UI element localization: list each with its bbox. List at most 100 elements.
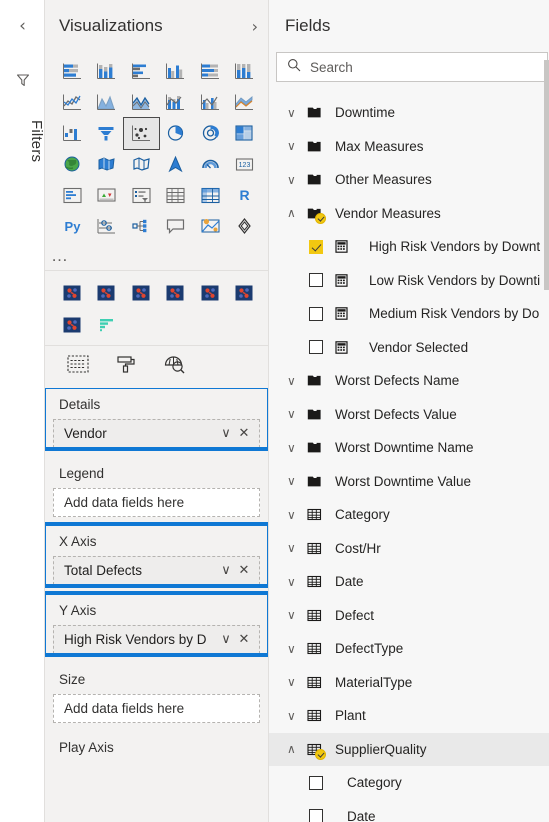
field-row-defecttype[interactable]: ∨ DefectType — [269, 632, 549, 666]
more-visuals-ellipsis-icon[interactable]: … — [45, 244, 268, 268]
field-row-high-risk-vendors-by-downt[interactable]: High Risk Vendors by Downt — [269, 230, 549, 264]
100-stacked-bar-chart-icon[interactable] — [193, 56, 228, 87]
filters-pane-collapsed[interactable]: ‹ Filters — [0, 0, 45, 822]
remove-field-close-icon[interactable]: ✕ — [235, 426, 253, 441]
field-row-category[interactable]: Category — [269, 766, 549, 800]
matrix-icon[interactable] — [193, 180, 228, 211]
field-row-worst-defects-value[interactable]: ∨ Worst Defects Value — [269, 398, 549, 432]
clustered-bar-chart-icon[interactable] — [124, 56, 159, 87]
field-row-date[interactable]: ∨ Date — [269, 565, 549, 599]
area-chart-icon[interactable] — [90, 87, 125, 118]
well-x-axis[interactable]: X Axis Total Defects ∨ ✕ — [45, 522, 268, 588]
well-details[interactable]: Details Vendor ∨ ✕ — [45, 388, 268, 451]
checkbox-unchecked-icon[interactable] — [309, 340, 323, 355]
field-row-worst-defects-name[interactable]: ∨ Worst Defects Name — [269, 364, 549, 398]
chevron-down-icon[interactable]: ∨ — [287, 508, 307, 522]
visual-pane-tabs[interactable] — [45, 345, 268, 388]
chevron-down-icon[interactable]: ∨ — [217, 426, 235, 441]
chevron-down-icon[interactable]: ∨ — [287, 441, 307, 455]
pie-chart-icon[interactable] — [159, 118, 194, 149]
expand-pane-chevron-right-icon[interactable]: › — [252, 17, 258, 36]
treemap-icon[interactable] — [228, 118, 263, 149]
line-and-stacked-column-chart-icon[interactable] — [159, 87, 194, 118]
remove-field-close-icon[interactable]: ✕ — [235, 563, 253, 578]
field-row-low-risk-vendors-by-downti[interactable]: Low Risk Vendors by Downti — [269, 264, 549, 298]
chevron-down-icon[interactable]: ∨ — [287, 575, 307, 589]
custom-visual-icon[interactable] — [228, 277, 263, 309]
chevron-down-icon[interactable]: ∨ — [287, 106, 307, 120]
field-row-max-measures[interactable]: ∨ Max Measures — [269, 130, 549, 164]
100-stacked-column-chart-icon[interactable] — [228, 56, 263, 87]
chevron-down-icon[interactable]: ∨ — [287, 474, 307, 488]
field-row-date[interactable]: Date — [269, 800, 549, 822]
stacked-column-chart-icon[interactable] — [90, 56, 125, 87]
field-row-supplierquality[interactable]: ∧ SupplierQuality — [269, 732, 549, 766]
remove-field-close-icon[interactable]: ✕ — [235, 632, 253, 647]
field-row-materialtype[interactable]: ∨ MaterialType — [269, 666, 549, 700]
fields-tree[interactable]: ∨ Downtime ∨ Max Measures ∨ Other Measures ∧ Ve… — [269, 96, 549, 822]
decomposition-tree-icon[interactable] — [124, 211, 159, 242]
chevron-down-icon[interactable]: ∨ — [287, 374, 307, 388]
gauge-icon[interactable] — [193, 149, 228, 180]
collapse-filters-chevron-left-icon[interactable]: ‹ — [0, 18, 45, 35]
chevron-down-icon[interactable]: ∨ — [217, 632, 235, 647]
checkbox-unchecked-icon[interactable] — [309, 306, 323, 321]
well-legend[interactable]: Legend Add data fields here — [45, 457, 268, 517]
field-row-worst-downtime-name[interactable]: ∨ Worst Downtime Name — [269, 431, 549, 465]
chevron-down-icon[interactable]: ∨ — [287, 608, 307, 622]
shape-map-icon[interactable] — [124, 149, 159, 180]
chevron-up-icon[interactable]: ∧ — [287, 742, 307, 756]
field-wells[interactable]: Details Vendor ∨ ✕ Legend Add data fields her… — [45, 388, 268, 822]
well-field-chip[interactable]: Vendor ∨ ✕ — [53, 419, 260, 448]
analytics-tab[interactable] — [163, 354, 185, 379]
kpi-icon[interactable] — [90, 180, 125, 211]
field-row-other-measures[interactable]: ∨ Other Measures — [269, 163, 549, 197]
chevron-down-icon[interactable]: ∨ — [287, 541, 307, 555]
field-row-category[interactable]: ∨ Category — [269, 498, 549, 532]
field-checkbox[interactable] — [309, 809, 335, 822]
checkbox-unchecked-icon[interactable] — [309, 775, 323, 790]
format-tab[interactable] — [115, 354, 137, 379]
chevron-down-icon[interactable]: ∨ — [287, 407, 307, 421]
line-chart-icon[interactable] — [55, 87, 90, 118]
chevron-down-icon[interactable]: ∨ — [217, 563, 235, 578]
waterfall-chart-icon[interactable] — [55, 118, 90, 149]
field-checkbox[interactable] — [309, 340, 335, 355]
clustered-column-chart-icon[interactable] — [159, 56, 194, 87]
field-checkbox[interactable] — [309, 273, 335, 288]
visual-type-gallery[interactable]: 123 R Py — [45, 52, 268, 244]
scatter-chart-icon[interactable] — [123, 117, 160, 150]
donut-chart-icon[interactable] — [193, 118, 228, 149]
custom-visual-icon[interactable] — [159, 277, 194, 309]
field-row-downtime[interactable]: ∨ Downtime — [269, 96, 549, 130]
checkbox-unchecked-icon[interactable] — [309, 809, 323, 822]
well-drop-placeholder[interactable]: Add data fields here — [53, 694, 260, 723]
stacked-bar-chart-icon[interactable] — [55, 56, 90, 87]
field-row-defect[interactable]: ∨ Defect — [269, 599, 549, 633]
custom-visual-icon[interactable] — [193, 277, 228, 309]
checkbox-checked-icon[interactable] — [309, 239, 323, 254]
chevron-down-icon[interactable]: ∨ — [287, 642, 307, 656]
table-icon[interactable] — [159, 180, 194, 211]
custom-visual-icon[interactable] — [55, 277, 90, 309]
fields-scrollbar[interactable] — [544, 0, 549, 822]
key-influencers-icon[interactable] — [90, 211, 125, 242]
ribbon-chart-icon[interactable] — [228, 87, 263, 118]
paginated-report-icon[interactable] — [228, 211, 263, 242]
well-field-chip[interactable]: High Risk Vendors by D ∨ ✕ — [53, 625, 260, 654]
line-and-clustered-column-chart-icon[interactable] — [193, 87, 228, 118]
field-row-medium-risk-vendors-by-do[interactable]: Medium Risk Vendors by Do — [269, 297, 549, 331]
r-script-visual-icon[interactable]: R — [228, 180, 263, 211]
well-play-axis[interactable]: Play Axis — [45, 731, 268, 762]
well-drop-placeholder[interactable]: Add data fields here — [53, 488, 260, 517]
field-checkbox[interactable] — [309, 239, 335, 254]
smart-narrative-icon[interactable] — [193, 211, 228, 242]
field-row-worst-downtime-value[interactable]: ∨ Worst Downtime Value — [269, 465, 549, 499]
slicer-icon[interactable] — [124, 180, 159, 211]
fields-tab[interactable] — [67, 355, 89, 378]
well-y-axis[interactable]: Y Axis High Risk Vendors by D ∨ ✕ — [45, 591, 268, 657]
chevron-up-icon[interactable]: ∧ — [287, 206, 307, 220]
chevron-down-icon[interactable]: ∨ — [287, 709, 307, 723]
qa-visual-icon[interactable] — [159, 211, 194, 242]
custom-visual-icon[interactable] — [124, 277, 159, 309]
